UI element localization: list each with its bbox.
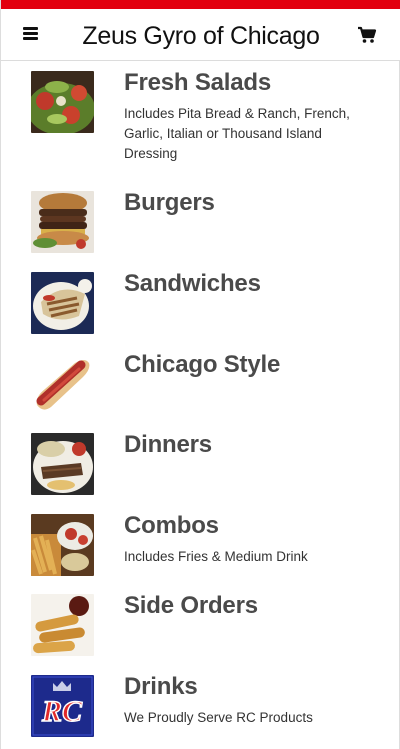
item-title[interactable]: Fresh Salads xyxy=(124,69,271,97)
page-frame: Zeus Gyro of Chicago Fresh Salads Includ… xyxy=(0,0,400,749)
gyro-sandwich-photo[interactable] xyxy=(31,272,94,334)
menu-item-drinks[interactable]: RC Drinks We Proudly Serve RC Products xyxy=(1,665,400,749)
item-title[interactable]: Chicago Style xyxy=(124,351,280,379)
site-header: Zeus Gyro of Chicago xyxy=(1,9,400,61)
brand-top-bar xyxy=(1,0,400,9)
item-description: We Proudly Serve RC Products xyxy=(124,710,313,725)
mozzarella-sticks-photo[interactable] xyxy=(31,594,94,656)
dinner-plate-photo[interactable] xyxy=(31,433,94,495)
item-title[interactable]: Burgers xyxy=(124,189,215,217)
hamburger-menu-icon[interactable] xyxy=(23,24,45,46)
shopping-cart-icon[interactable] xyxy=(357,26,377,46)
item-description: Includes Fries & Medium Drink xyxy=(124,549,308,564)
item-title[interactable]: Side Orders xyxy=(124,592,258,620)
item-description: Includes Pita Bread & Ranch, French, Gar… xyxy=(124,106,350,161)
menu-item-combos[interactable]: Combos Includes Fries & Medium Drink xyxy=(1,504,400,584)
burger-photo[interactable] xyxy=(31,191,94,253)
menu-item-burgers[interactable]: Burgers xyxy=(1,181,400,261)
site-title[interactable]: Zeus Gyro of Chicago xyxy=(61,22,341,51)
svg-text:RC: RC xyxy=(41,695,83,728)
menu-item-chicago-style[interactable]: Chicago Style xyxy=(1,343,400,423)
combo-fries-photo[interactable] xyxy=(31,514,94,576)
item-title[interactable]: Drinks xyxy=(124,673,198,701)
salad-photo[interactable] xyxy=(31,71,94,133)
menu-item-dinners[interactable]: Dinners xyxy=(1,423,400,503)
menu-item-side-orders[interactable]: Side Orders xyxy=(1,584,400,664)
item-title[interactable]: Dinners xyxy=(124,431,212,459)
menu-item-sandwiches[interactable]: Sandwiches xyxy=(1,262,400,342)
item-title[interactable]: Combos xyxy=(124,512,219,540)
item-title[interactable]: Sandwiches xyxy=(124,270,261,298)
menu-item-fresh-salads[interactable]: Fresh Salads Includes Pita Bread & Ranch… xyxy=(1,61,400,191)
rc-cola-logo[interactable]: RC xyxy=(31,675,94,737)
hot-dog-photo[interactable] xyxy=(31,353,94,415)
